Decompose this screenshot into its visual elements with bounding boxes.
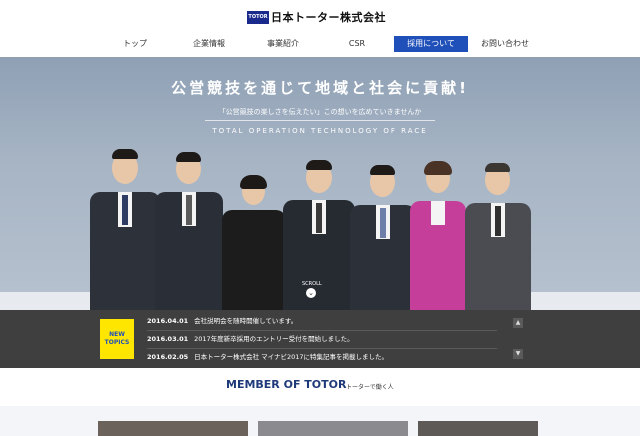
news-text: 2017年度新卒採用のエントリー受付を開始しました。: [194, 335, 354, 343]
member-section: MEMBER OF TOTOR トーターで働く人: [0, 368, 640, 436]
nav-item-recruit[interactable]: 採用について: [394, 36, 468, 52]
company-logo[interactable]: TOTOR 日本トーター株式会社: [247, 10, 386, 24]
hero-divider: [205, 120, 435, 121]
hero-title: 公営競技を通じて地域と社会に貢献!: [171, 79, 469, 97]
news-item[interactable]: 2016.04.01 会社説明会を随時開催しています。: [147, 314, 497, 328]
member-photo[interactable]: [98, 421, 248, 436]
nav-item-company[interactable]: 企業情報: [172, 36, 246, 52]
member-photo[interactable]: [258, 421, 408, 436]
scroll-down-icon[interactable]: ⌄: [306, 288, 316, 298]
news-up-icon[interactable]: ▲: [513, 318, 523, 328]
hero-section: 公営競技を通じて地域と社会に貢献! 「公営競技の楽しさを伝えたい」この想いを広め…: [0, 57, 640, 310]
news-divider: [147, 330, 497, 331]
new-topics-badge: NEW TOPICS: [100, 319, 134, 359]
news-item[interactable]: 2016.03.01 2017年度新卒採用のエントリー受付を開始しました。: [147, 332, 497, 346]
news-date: 2016.02.05: [147, 353, 189, 361]
global-nav: トップ 企業情報 事業紹介 CSR 採用について お問い合わせ: [98, 36, 542, 52]
nav-item-csr[interactable]: CSR: [320, 36, 394, 52]
site-header: TOTOR 日本トーター株式会社 トップ 企業情報 事業紹介 CSR 採用につい…: [0, 0, 640, 57]
news-section: NEW TOPICS 2016.04.01 会社説明会を随時開催しています。 2…: [0, 310, 640, 368]
logo-text: 日本トーター株式会社: [271, 11, 386, 24]
news-text: 会社説明会を随時開催しています。: [194, 317, 298, 325]
member-subtitle: トーターで働く人: [346, 384, 394, 391]
nav-item-business[interactable]: 事業紹介: [246, 36, 320, 52]
news-date: 2016.04.01: [147, 317, 189, 325]
hero-subtitle: 「公営競技の楽しさを伝えたい」この想いを広めていきませんか: [218, 108, 422, 116]
news-down-icon[interactable]: ▼: [513, 349, 523, 359]
news-item[interactable]: 2016.02.05 日本トーター株式会社 マイナビ2017に特集記事を掲載しま…: [147, 350, 497, 364]
news-text: 日本トーター株式会社 マイナビ2017に特集記事を掲載しました。: [194, 353, 389, 361]
scroll-label: SCROLL: [302, 281, 322, 287]
member-title: MEMBER OF TOTOR: [226, 378, 347, 391]
news-divider: [147, 348, 497, 349]
news-date: 2016.03.01: [147, 335, 189, 343]
hero-tagline: TOTAL OPERATION TECHNOLOGY OF RACE: [212, 127, 428, 135]
nav-item-contact[interactable]: お問い合わせ: [468, 36, 542, 52]
member-photo[interactable]: [418, 421, 538, 436]
logo-mark: TOTOR: [247, 10, 269, 24]
nav-item-top[interactable]: トップ: [98, 36, 172, 52]
